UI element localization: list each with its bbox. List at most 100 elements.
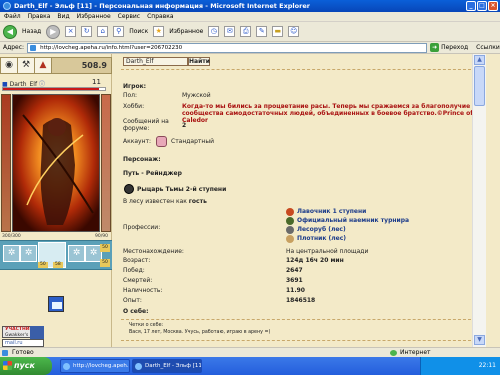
about-line-1: Четки о себе: (129, 323, 164, 328)
age-value: 124д 16ч 20 мин (286, 257, 344, 264)
profession-4: Плотник (лес) (297, 235, 347, 242)
messenger-icon[interactable]: ☺ (288, 26, 300, 37)
forward-icon[interactable]: ▶ (46, 24, 61, 39)
edit-icon[interactable]: ✎ (256, 26, 268, 37)
menu-help[interactable]: Справка (147, 12, 173, 21)
window-titlebar[interactable]: Darth_Elf - Эльф [11] - Персональная инф… (0, 0, 500, 12)
go-button[interactable]: ➜ Переход (430, 43, 468, 52)
vertical-scrollbar[interactable]: ▲ ▼ (472, 54, 486, 347)
back-icon[interactable]: ◀ (3, 24, 17, 39)
close-button[interactable]: × (488, 1, 498, 11)
character-path: Путь - Рейнджер (123, 170, 182, 177)
search-icon[interactable]: ⚲ (113, 26, 125, 37)
scroll-down-icon[interactable]: ▼ (474, 335, 485, 345)
menu-file[interactable]: Файл (4, 12, 21, 21)
forum-label: Сообщений на форуме: (123, 118, 169, 132)
address-input[interactable]: http://lovcheg.apeha.ru/info.html?user=2… (27, 42, 428, 53)
tools-icon[interactable]: ⚒ (18, 58, 35, 73)
player-heading: Игрок: (123, 83, 147, 90)
menu-edit[interactable]: Правка (28, 12, 51, 21)
flask-icon[interactable]: ▲ (35, 58, 52, 73)
gender-label: Пол: (123, 92, 138, 99)
taskbar: пуск http://lovcheg.apeh... Darth_Elf - … (0, 357, 500, 375)
equip-value-2: 58 (53, 262, 63, 268)
ie-logo-icon (3, 2, 11, 10)
account-label: Аккаунт: (123, 138, 152, 145)
equip-slot-3[interactable]: ✲ (68, 245, 85, 262)
mailru-badge[interactable]: mail.ru (2, 339, 44, 347)
badge-line-1: УЧАСТНИК (5, 327, 34, 332)
folder-icon[interactable]: ▬ (272, 26, 284, 37)
taskbar-item-1[interactable]: http://lovcheg.apeh... (60, 359, 130, 373)
location-label: Местонахождение: (123, 248, 184, 255)
equip-value-3: 50 (100, 244, 110, 252)
maximize-button[interactable]: □ (477, 1, 487, 11)
equip-value-4: 50 (100, 259, 110, 267)
go-arrow-icon: ➜ (430, 43, 440, 52)
account-value: Стандартный (171, 138, 214, 145)
forum-value: 2 (182, 122, 187, 129)
taskbar-item-2[interactable]: Darth_Elf - Эльф [11]... (132, 359, 202, 373)
scroll-thumb[interactable] (474, 66, 485, 106)
menu-favorites[interactable]: Избранное (77, 12, 111, 21)
profile-content: Darth_Elf Найти Игрок: Пол: Мужской Хобб… (114, 54, 486, 347)
axe-icon (286, 226, 294, 234)
exp-label: Опыт: (123, 297, 142, 304)
mercenary-icon (286, 217, 294, 225)
refresh-icon[interactable]: ↻ (81, 26, 93, 37)
equip-slot-2[interactable]: ✲ (20, 245, 37, 262)
stop-icon[interactable]: × (65, 26, 77, 37)
home-icon[interactable]: ⌂ (97, 26, 109, 37)
portrait-image (13, 95, 99, 231)
wins-label: Побед: (123, 267, 145, 274)
about-line-2: Вася, 17 лет, Москва. Учусь, работаю, иг… (129, 330, 271, 335)
links-label[interactable]: Ссылки (476, 44, 500, 51)
scroll-up-icon[interactable]: ▲ (474, 55, 485, 65)
system-tray: 22:11 (420, 357, 500, 375)
about-heading: О себе: (123, 308, 149, 315)
equipment-bar: ✲ ✲ ✲ ✲ 50 58 50 50 (0, 240, 112, 270)
gender-value: Мужской (182, 92, 211, 99)
deaths-label: Смертей: (123, 277, 153, 284)
window-controls: _ □ × (466, 1, 498, 11)
divider (121, 319, 471, 320)
deaths-value: 3691 (286, 277, 303, 284)
start-button[interactable]: пуск (0, 357, 52, 375)
character-score: 508.9 (81, 61, 107, 70)
character-top-icons: ◉ ⚒ ▲ 508.9 (0, 57, 112, 74)
find-button[interactable]: Найти (188, 57, 210, 66)
menu-tools[interactable]: Сервис (118, 12, 140, 21)
shopkeeper-icon (286, 208, 294, 216)
history-icon[interactable]: ◷ (208, 26, 220, 37)
plank-icon (286, 235, 294, 243)
profile-name-box: Darth_Elf Найти (123, 57, 210, 66)
hobby-label: Хобби: (123, 103, 145, 110)
page-icon (2, 350, 8, 356)
profession-1: Лавочник 1 ступени (297, 208, 367, 215)
profession-2: Официальный наемник турнира (297, 217, 410, 224)
hp-bar (2, 87, 106, 91)
wins-value: 2647 (286, 267, 303, 274)
print-icon[interactable]: ⎙ (240, 26, 252, 37)
browser-toolbar: ◀ Назад ▶ × ↻ ⌂ ⚲ Поиск ★ Избранное ◷ ✉ … (0, 22, 500, 42)
character-panel: ◉ ⚒ ▲ 508.9 ■ Darth_Elf ⓘ 11 300/300 90/… (0, 54, 112, 347)
profession-3: Лесоруб (лес) (297, 226, 346, 233)
address-bar: Адрес: http://lovcheg.apeha.ru/info.html… (0, 42, 500, 54)
divider (121, 340, 471, 341)
minimize-button[interactable]: _ (466, 1, 476, 11)
eye-icon[interactable]: ◉ (1, 58, 18, 73)
character-heading: Персонаж: (123, 156, 161, 163)
hobby-value: Когда-то мы бились за процветание расы. … (182, 103, 473, 124)
favorites-button[interactable]: Избранное (169, 28, 203, 35)
favorites-icon[interactable]: ★ (153, 26, 165, 37)
menu-view[interactable]: Вид (57, 12, 69, 21)
professions-label: Профессии: (123, 224, 161, 231)
equip-slot-1[interactable]: ✲ (3, 245, 20, 262)
menubar: Файл Правка Вид Избранное Сервис Справка (0, 12, 500, 22)
profile-name: Darth_Elf (123, 57, 188, 66)
back-button[interactable]: Назад (22, 28, 41, 35)
status-text: Готово (12, 349, 34, 356)
search-button[interactable]: Поиск (129, 28, 148, 35)
mail-icon[interactable]: ✉ (224, 26, 236, 37)
picture-icon[interactable] (48, 296, 64, 312)
